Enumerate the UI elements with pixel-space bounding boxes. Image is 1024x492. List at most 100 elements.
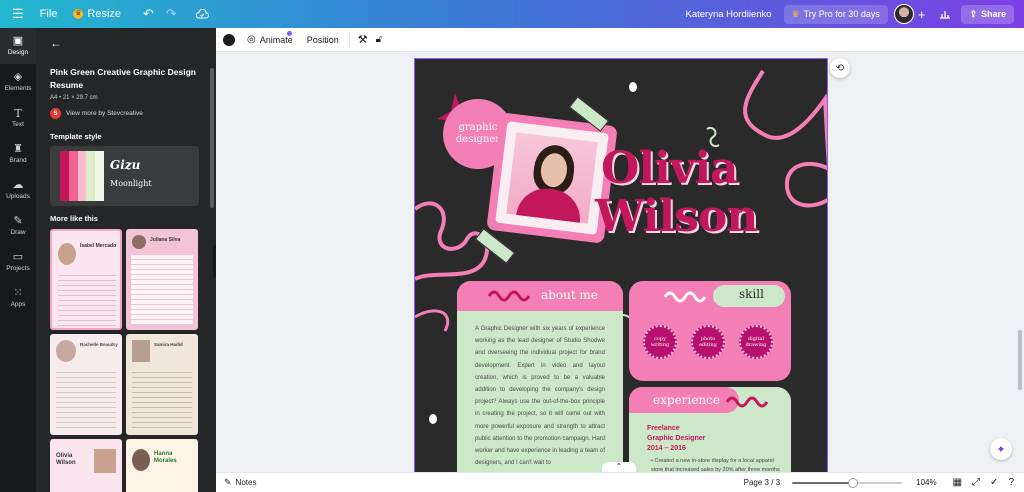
menu-button[interactable]: ☰ <box>12 6 24 22</box>
add-comment-button[interactable]: ⟲ <box>830 58 850 78</box>
file-label: File <box>39 8 58 20</box>
resize-button[interactable]: ♛ Resize <box>73 8 121 20</box>
share-button[interactable]: ⇪ Share <box>961 4 1014 24</box>
plus-icon: + <box>917 6 926 22</box>
rail-item-uploads[interactable]: ☁ Uploads <box>0 172 36 208</box>
rail-label: Elements <box>4 85 32 92</box>
thumb-photo <box>56 340 76 362</box>
try-pro-button[interactable]: ♛ Try Pro for 30 days <box>783 4 888 24</box>
paint-format-button[interactable]: ⚒ <box>358 33 368 46</box>
rail-item-elements[interactable]: ◈ Elements <box>0 64 36 100</box>
help-button[interactable]: ? <box>1008 477 1014 488</box>
bar-chart-icon <box>940 11 951 19</box>
zoom-slider-fill <box>792 481 853 484</box>
check-button[interactable]: ✓ <box>990 477 998 488</box>
squiggle-icon <box>725 396 769 408</box>
redo-icon: ↷ <box>165 6 177 21</box>
grid-icon: ▦ <box>952 477 963 488</box>
animate-icon: ◎ <box>247 34 256 45</box>
template-title: Pink Green Creative Graphic Design Resum… <box>50 67 196 90</box>
lock-button[interactable]: 🔓︎ <box>376 34 382 45</box>
thumb-title: Isabel Mercado <box>80 243 117 249</box>
first-name: Olivia <box>601 143 739 194</box>
rail-item-draw[interactable]: ✎ Draw <box>0 208 36 244</box>
style-heading: Template style <box>50 132 102 141</box>
rail-label: Draw <box>10 229 26 236</box>
rail-item-text[interactable]: T Text <box>0 100 36 136</box>
template-style-card[interactable]: Gizu Moonlight <box>50 146 199 206</box>
palette-swatch <box>95 151 104 201</box>
undo-icon: ↶ <box>143 6 154 21</box>
skill-badge: copy writing <box>643 325 677 359</box>
sparkle-icon: ✦ <box>996 443 1006 456</box>
lock-icon: 🔓︎ <box>375 34 383 45</box>
thumb-body <box>132 368 192 428</box>
template-thumbnail[interactable]: Isabel Mercado <box>50 229 122 330</box>
new-badge-dot <box>287 31 292 36</box>
back-button[interactable]: ← <box>50 36 62 50</box>
experience-card: experience Freelance Graphic Designer 20… <box>629 387 791 472</box>
photo-blazer <box>515 185 584 224</box>
page-up-chevron[interactable]: ⌃ <box>602 462 636 472</box>
zoom-slider-thumb[interactable] <box>847 477 858 488</box>
notes-button[interactable]: ✎ Notes <box>224 477 256 488</box>
skill-badge: digital drawing <box>739 325 773 359</box>
insights-button[interactable] <box>939 9 951 19</box>
thumb-title: Rachelle Beaudry <box>80 342 118 347</box>
thumb-photo <box>132 340 150 362</box>
cloud-check-icon <box>195 9 209 19</box>
template-thumbnail[interactable]: Samira Hadid <box>126 334 198 435</box>
rail-item-brand[interactable]: ♜ Brand <box>0 136 36 172</box>
avatar[interactable] <box>893 4 914 24</box>
zoom-level[interactable]: 104% <box>916 478 936 487</box>
template-thumbnail[interactable]: Rachelle Beaudry <box>50 334 122 435</box>
share-label: Share <box>980 9 1006 19</box>
creator-link[interactable]: S View more by Stevcreative <box>50 108 143 119</box>
apps-icon: ⁙ <box>13 287 23 299</box>
palette-swatch <box>77 151 87 201</box>
cloud-save-status[interactable] <box>195 9 209 19</box>
zoom-slider[interactable] <box>792 477 903 488</box>
resume-page[interactable]: graphic designer Olivia Wilson about me <box>414 58 828 472</box>
color-picker-button[interactable] <box>223 33 235 46</box>
thumb-photo <box>132 449 150 471</box>
bottom-bar: ✎ Notes Page 3 / 3 104% ▦ ⤢ ✓ ? <box>216 472 1024 492</box>
file-menu[interactable]: File <box>40 8 58 20</box>
resize-label: Resize <box>87 8 122 20</box>
about-me-tab: about me <box>457 281 623 311</box>
redo-button[interactable]: ↷ <box>166 6 177 22</box>
rail-label: Apps <box>10 301 26 308</box>
page-indicator[interactable]: Page 3 / 3 <box>744 478 780 487</box>
grid-view-button[interactable]: ▦ <box>953 477 962 488</box>
fullscreen-button[interactable]: ⤢ <box>972 477 980 488</box>
canvas-scrollbar[interactable] <box>1018 330 1022 390</box>
projects-icon: ▭ <box>12 251 24 263</box>
magic-assistant-button[interactable]: ✦ <box>990 438 1012 460</box>
animate-button[interactable]: ◎ Animate <box>247 31 293 45</box>
job-years: 2014 – 2016 <box>647 445 686 452</box>
photo-inner-frame <box>495 121 609 235</box>
panel-scrollbar[interactable] <box>210 68 214 208</box>
position-button[interactable]: Position <box>307 35 339 45</box>
squiggle-icon <box>663 291 707 303</box>
animate-label: Animate <box>259 34 293 45</box>
undo-button[interactable]: ↶ <box>143 6 154 22</box>
share-icon: ⇪ <box>969 8 977 19</box>
rail-item-design[interactable]: ▣ Design <box>0 28 36 64</box>
check-circle-icon: ✓ <box>990 477 999 488</box>
style-font-1: Gizu <box>110 158 141 172</box>
thumb-title: Juliana Silva <box>150 237 181 243</box>
design-icon: ▣ <box>12 35 24 47</box>
rail-label: Design <box>7 49 29 56</box>
skill-card: skill copy writing photo editing digital… <box>629 281 791 381</box>
template-thumbnail[interactable]: Hanna Morales <box>126 439 198 492</box>
template-thumbnail[interactable]: Olivia Wilson <box>50 439 122 492</box>
rail-item-apps[interactable]: ⁙ Apps <box>0 280 36 316</box>
template-thumbnail[interactable]: Juliana Silva <box>126 229 198 330</box>
add-collaborator-button[interactable]: + <box>918 7 926 22</box>
user-name[interactable]: Kateryna Hordiienko <box>685 9 771 20</box>
rail-item-projects[interactable]: ▭ Projects <box>0 244 36 280</box>
thumb-body <box>58 271 116 326</box>
rail-label: Text <box>12 121 24 128</box>
creator-avatar: S <box>50 108 61 119</box>
